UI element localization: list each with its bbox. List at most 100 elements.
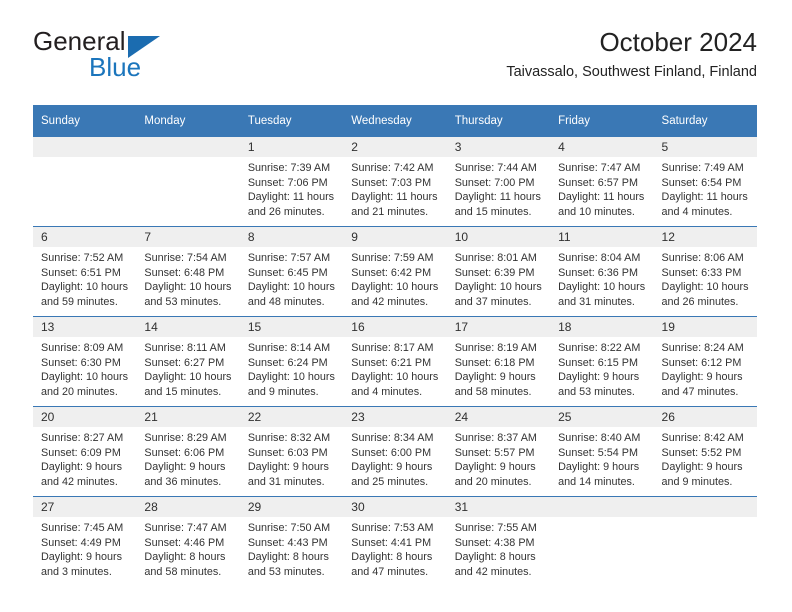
day-detail-block: Sunrise: 7:54 AM Sunset: 6:48 PM Daylight:… [136,247,239,309]
day-cell[interactable]: 9 Sunrise: 7:59 AM Sunset: 6:42 PM Daylight… [343,226,447,317]
page-header: General Blue October 2024 Taivassalo, So… [33,26,757,98]
day-number: 15 [247,320,262,334]
weekday-header-thursday: Thursday [446,105,551,137]
day-detail-block: Sunrise: 8:42 AM Sunset: 5:52 PM Daylight:… [654,427,757,489]
day-detail-line: Daylight: 10 hours [247,281,335,293]
day-cell-empty [33,137,137,227]
day-number-band: 3 [446,137,551,157]
day-cell[interactable]: 12 Sunrise: 8:06 AM Sunset: 6:33 PM Dayligh… [653,226,757,317]
day-detail-line: Sunrise: 7:53 AM [351,522,434,534]
day-cell[interactable]: 17 Sunrise: 8:19 AM Sunset: 6:18 PM Dayligh… [446,316,551,407]
day-number-band: 21 [136,407,240,427]
day-number: 16 [351,320,365,334]
day-detail-line: Sunset: 5:54 PM [558,446,638,459]
day-detail-line: Daylight: 10 hours [351,371,439,383]
day-cell[interactable]: 7 Sunrise: 7:54 AM Sunset: 6:48 PM Daylight… [136,226,240,317]
day-detail-line: Daylight: 11 hours [454,191,541,203]
day-detail-line: and 53 minutes. [144,295,222,308]
day-cell[interactable]: 5 Sunrise: 7:49 AM Sunset: 6:54 PM Daylight… [653,137,757,227]
day-detail-line: and 58 minutes. [454,385,532,398]
day-number: 6 [41,230,48,244]
day-detail-block: Sunrise: 8:29 AM Sunset: 6:06 PM Daylight:… [136,427,239,489]
day-detail-line: Daylight: 10 hours [558,281,646,293]
day-number: 29 [247,500,262,514]
day-cell[interactable]: 30 Sunrise: 7:53 AM Sunset: 4:41 PM Dayligh… [343,496,447,586]
day-cell[interactable]: 25 Sunrise: 8:40 AM Sunset: 5:54 PM Dayligh… [550,406,654,497]
day-cell[interactable]: 10 Sunrise: 8:01 AM Sunset: 6:39 PM Dayligh… [446,226,551,317]
day-detail-line: and 42 minutes. [454,565,532,578]
day-number: 26 [661,410,675,424]
day-number-band: 10 [446,227,551,247]
day-cell[interactable]: 15 Sunrise: 8:14 AM Sunset: 6:24 PM Dayligh… [239,316,344,407]
day-cell[interactable]: 31 Sunrise: 7:55 AM Sunset: 4:38 PM Dayligh… [446,496,551,586]
day-cell[interactable]: 21 Sunrise: 8:29 AM Sunset: 6:06 PM Dayligh… [136,406,240,497]
day-detail-line: and 9 minutes. [661,475,733,488]
day-number-band: 28 [136,497,240,517]
day-number: 23 [351,410,365,424]
day-number: 9 [351,230,358,244]
day-cell[interactable]: 3 Sunrise: 7:44 AM Sunset: 7:00 PM Daylight… [446,137,551,227]
day-detail-line: Sunset: 4:41 PM [351,536,432,549]
day-cell[interactable]: 19 Sunrise: 8:24 AM Sunset: 6:12 PM Dayligh… [653,316,757,407]
day-cell[interactable]: 13 Sunrise: 8:09 AM Sunset: 6:30 PM Dayligh… [33,316,137,407]
day-detail-block: Sunrise: 7:42 AM Sunset: 7:03 PM Daylight:… [343,157,446,219]
day-cell[interactable]: 27 Sunrise: 7:45 AM Sunset: 4:49 PM Dayligh… [33,496,137,586]
day-detail-line: Daylight: 10 hours [247,371,335,383]
day-cell[interactable]: 20 Sunrise: 8:27 AM Sunset: 6:09 PM Dayligh… [33,406,137,497]
day-detail-line: Daylight: 9 hours [247,461,329,473]
day-detail-line: and 20 minutes. [41,385,118,398]
day-cell[interactable]: 2 Sunrise: 7:42 AM Sunset: 7:03 PM Daylight… [343,137,447,227]
day-number-band: 11 [550,227,654,247]
day-cell[interactable]: 22 Sunrise: 8:32 AM Sunset: 6:03 PM Dayligh… [239,406,344,497]
day-number: 25 [558,410,572,424]
day-detail-line: Sunrise: 8:01 AM [454,252,537,264]
day-number: 27 [41,500,55,514]
day-cell[interactable]: 11 Sunrise: 8:04 AM Sunset: 6:36 PM Dayligh… [550,226,654,317]
weekday-header-sunday: Sunday [33,105,137,137]
day-detail-line: Sunset: 6:48 PM [144,266,225,279]
day-cell[interactable]: 4 Sunrise: 7:47 AM Sunset: 6:57 PM Daylight… [550,137,654,227]
day-detail-line: Sunrise: 8:06 AM [661,252,744,264]
day-cell[interactable]: 8 Sunrise: 7:57 AM Sunset: 6:45 PM Daylight… [239,226,344,317]
day-cell[interactable]: 18 Sunrise: 8:22 AM Sunset: 6:15 PM Dayligh… [550,316,654,407]
day-detail-line: Sunset: 5:57 PM [454,446,535,459]
weekday-header-wednesday: Wednesday [343,105,447,137]
day-detail-line: Sunset: 6:12 PM [661,356,742,369]
day-detail-line: Sunrise: 7:55 AM [454,522,537,534]
day-cell[interactable]: 16 Sunrise: 8:17 AM Sunset: 6:21 PM Dayligh… [343,316,447,407]
calendar-week-row: 6 Sunrise: 7:52 AM Sunset: 6:51 PM Daylight… [33,226,757,317]
day-detail-line: Sunrise: 7:47 AM [144,522,227,534]
day-detail-line: and 15 minutes. [454,205,532,218]
day-number-band: 16 [343,317,447,337]
day-number-band: 18 [550,317,654,337]
day-detail-block: Sunrise: 8:19 AM Sunset: 6:18 PM Daylight:… [447,337,550,399]
day-number: 11 [558,230,571,244]
day-cell[interactable]: 6 Sunrise: 7:52 AM Sunset: 6:51 PM Daylight… [33,226,137,317]
day-detail-block: Sunrise: 7:39 AM Sunset: 7:06 PM Daylight:… [240,157,343,219]
day-number: 7 [144,230,152,244]
day-number-band: 7 [136,227,240,247]
day-detail-block: Sunrise: 8:37 AM Sunset: 5:57 PM Daylight:… [447,427,550,489]
day-cell[interactable]: 24 Sunrise: 8:37 AM Sunset: 5:57 PM Dayligh… [446,406,551,497]
day-cell[interactable]: 28 Sunrise: 7:47 AM Sunset: 4:46 PM Dayligh… [136,496,240,586]
day-detail-line: Daylight: 8 hours [144,551,226,563]
day-detail-block: Sunrise: 8:17 AM Sunset: 6:21 PM Daylight:… [343,337,446,399]
day-detail-line: Daylight: 10 hours [144,281,232,293]
day-detail-line: Sunrise: 8:11 AM [144,342,226,354]
day-detail-line: and 37 minutes. [454,295,532,308]
day-cell[interactable]: 1 Sunrise: 7:39 AM Sunset: 7:06 PM Daylight… [239,137,344,227]
day-cell[interactable]: 29 Sunrise: 7:50 AM Sunset: 4:43 PM Dayligh… [239,496,344,586]
day-number-band: 9 [343,227,447,247]
day-detail-line: Sunrise: 8:17 AM [351,342,434,354]
day-detail-line: and 21 minutes. [351,205,429,218]
day-detail-line: and 47 minutes. [351,565,429,578]
day-detail-line: Sunset: 5:52 PM [661,446,742,459]
day-detail-line: Sunset: 4:49 PM [41,536,121,549]
day-detail-line: Daylight: 10 hours [41,371,129,383]
day-detail-line: Sunrise: 7:52 AM [41,252,124,264]
day-detail-block: Sunrise: 7:44 AM Sunset: 7:00 PM Daylight:… [447,157,550,219]
day-cell[interactable]: 14 Sunrise: 8:11 AM Sunset: 6:27 PM Dayligh… [136,316,240,407]
day-cell[interactable]: 26 Sunrise: 8:42 AM Sunset: 5:52 PM Dayligh… [653,406,757,497]
day-number: 28 [144,500,158,514]
day-cell[interactable]: 23 Sunrise: 8:34 AM Sunset: 6:00 PM Dayligh… [343,406,447,497]
